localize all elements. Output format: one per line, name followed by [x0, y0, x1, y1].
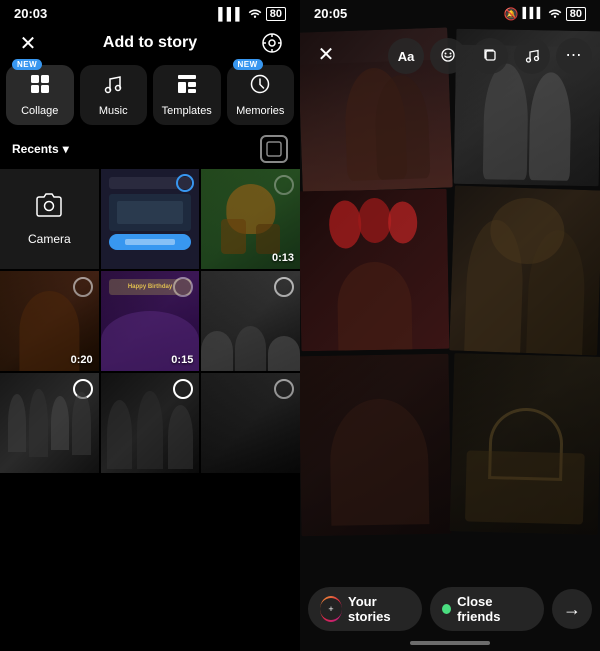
collage-photo-4	[449, 185, 600, 355]
tab-collage[interactable]: NEW Collage	[6, 65, 74, 125]
collage-photo-5	[300, 354, 452, 537]
header-title-left: Add to story	[103, 34, 197, 52]
recents-label[interactable]: Recents ▾	[12, 142, 69, 156]
recents-chevron: ▾	[63, 142, 69, 156]
collage-photo-3	[300, 189, 449, 352]
camera-label: Camera	[28, 232, 71, 246]
your-stories-button[interactable]: + Your stories	[308, 587, 422, 631]
photo-cell-5[interactable]	[201, 271, 300, 371]
story-toolbar: Aa ⋯	[300, 32, 600, 80]
story-bottom-bar: + Your stories Close friends →	[300, 577, 600, 651]
story-preview-cell[interactable]	[101, 169, 200, 269]
status-bar-right: 20:05 🔕 ▌▌▌ 80	[300, 0, 600, 25]
collage-icon	[29, 73, 51, 101]
status-bar-left: 20:03 ▌▌▌ 80	[0, 0, 300, 25]
templates-icon	[176, 73, 198, 101]
memories-new-badge: NEW	[233, 59, 263, 70]
memories-icon	[249, 73, 271, 101]
close-friends-label: Close friends	[457, 594, 532, 624]
photo-cell-8[interactable]	[201, 373, 300, 473]
select-multiple-button[interactable]	[260, 135, 288, 163]
close-friends-button[interactable]: Close friends	[430, 587, 544, 631]
memories-label: Memories	[236, 105, 284, 117]
send-icon: →	[563, 599, 581, 620]
camera-icon	[34, 193, 64, 226]
signal-icon-right: ▌▌▌	[522, 8, 543, 19]
music-tool-button[interactable]	[514, 38, 550, 74]
avatar-inner: +	[320, 598, 342, 620]
more-tool-icon: ⋯	[566, 48, 583, 64]
collage-label: Collage	[21, 105, 58, 117]
camera-cell[interactable]: Camera	[0, 169, 99, 269]
more-tool-button[interactable]: ⋯	[556, 38, 592, 74]
text-tool-icon: Aa	[398, 49, 415, 64]
photo-cell-3[interactable]: 0:20	[0, 271, 99, 371]
time-right: 20:05	[314, 6, 347, 21]
mute-icon: 🔕	[504, 7, 519, 21]
signal-icon-left: ▌▌▌	[218, 7, 244, 21]
recents-bar: Recents ▾	[0, 131, 300, 169]
duration-2: 0:13	[272, 252, 294, 264]
wifi-icon-left	[248, 6, 262, 21]
tabs-row: NEW Collage Music	[0, 65, 300, 131]
sticker-tool-button[interactable]	[430, 38, 466, 74]
templates-label: Templates	[162, 105, 212, 117]
photo-cell-2[interactable]: 0:13	[201, 169, 300, 269]
photo-cell-7[interactable]	[101, 373, 200, 473]
text-tool-button[interactable]: Aa	[388, 38, 424, 74]
status-icons-right: 🔕 ▌▌▌ 80	[504, 6, 586, 21]
close-button-left[interactable]: ✕	[14, 29, 42, 57]
your-stories-label: Your stories	[348, 594, 410, 624]
home-indicator	[410, 641, 490, 645]
music-icon	[102, 73, 124, 101]
copy-tool-icon	[482, 47, 498, 66]
wifi-icon-right	[548, 6, 562, 21]
photo-cell-4[interactable]: Happy Birthday 0:15	[101, 271, 200, 371]
music-label: Music	[99, 105, 128, 117]
copy-tool-button[interactable]	[472, 38, 508, 74]
battery-icon-left: 80	[266, 7, 286, 21]
photo-grid: Camera 0:13	[0, 169, 300, 651]
photo-cell-6[interactable]	[0, 373, 99, 473]
send-button[interactable]: →	[552, 589, 592, 629]
tab-memories[interactable]: NEW Memories	[227, 65, 295, 125]
battery-icon-right: 80	[566, 7, 586, 21]
music-tool-icon	[524, 47, 540, 66]
duration-4: 0:15	[171, 354, 193, 366]
close-friends-dot	[442, 604, 451, 614]
camera-settings-button[interactable]	[258, 29, 286, 57]
collage-photo-6	[450, 353, 600, 535]
tab-music[interactable]: Music	[80, 65, 148, 125]
story-background	[300, 0, 600, 651]
right-panel: 20:05 🔕 ▌▌▌ 80 ✕ Aa	[300, 0, 600, 651]
your-stories-avatar: +	[320, 596, 342, 622]
time-left: 20:03	[14, 6, 47, 21]
collage-new-badge: NEW	[12, 59, 42, 70]
tab-templates[interactable]: Templates	[153, 65, 221, 125]
sticker-tool-icon	[440, 47, 456, 66]
duration-3: 0:20	[71, 354, 93, 366]
left-panel: 20:03 ▌▌▌ 80 ✕ Add to story	[0, 0, 300, 651]
status-icons-left: ▌▌▌ 80	[218, 6, 286, 21]
